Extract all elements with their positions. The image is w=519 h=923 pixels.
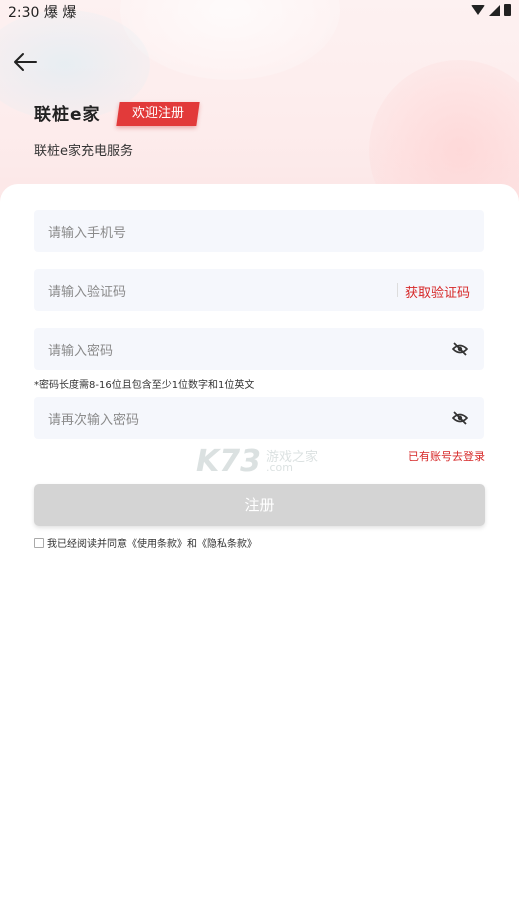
phone-input[interactable]: 请输入手机号 [34, 210, 484, 252]
watermark-brand: K73 [196, 444, 261, 479]
watermark-domain: .com [266, 461, 293, 474]
confirm-password-placeholder: 请再次输入密码 [48, 413, 140, 428]
register-button[interactable]: 注册 [34, 484, 485, 526]
welcome-badge: 欢迎注册 [116, 102, 200, 126]
status-time: 2:30 爆 爆 [8, 5, 77, 21]
password-input[interactable]: 请输入密码 [34, 328, 484, 370]
field-divider [397, 283, 398, 297]
signal-icon [489, 4, 500, 16]
confirm-password-input[interactable]: 请再次输入密码 [34, 397, 484, 439]
status-bar: 2:30 爆 爆 [0, 0, 519, 24]
login-link[interactable]: 已有账号去登录 [408, 448, 485, 464]
status-icons [471, 4, 511, 16]
battery-icon [504, 4, 511, 16]
phone-placeholder: 请输入手机号 [48, 226, 127, 241]
eye-off-icon[interactable] [452, 411, 468, 425]
password-hint: *密码长度需8-16位且包含至少1位数字和1位英文 [34, 380, 255, 391]
page-subtitle: 联桩e家充电服务 [34, 144, 133, 159]
watermark: K73 游戏之家 .com [196, 444, 326, 479]
code-placeholder: 请输入验证码 [48, 285, 127, 300]
arrow-left-icon [14, 53, 37, 71]
wifi-icon [471, 5, 485, 15]
back-button[interactable] [12, 50, 38, 74]
agreement-checkbox[interactable] [34, 537, 44, 548]
agreement-text: 我已经阅读并同意《使用条款》和《隐私条款》 [47, 539, 257, 550]
agreement-row[interactable]: 我已经阅读并同意《使用条款》和《隐私条款》 [34, 535, 257, 550]
get-code-button[interactable]: 获取验证码 [405, 282, 470, 301]
verification-code-input[interactable]: 请输入验证码 获取验证码 [34, 269, 484, 311]
password-placeholder: 请输入密码 [48, 344, 114, 359]
eye-off-icon[interactable] [452, 342, 468, 356]
app-logo: 联桩e家 [34, 105, 101, 125]
